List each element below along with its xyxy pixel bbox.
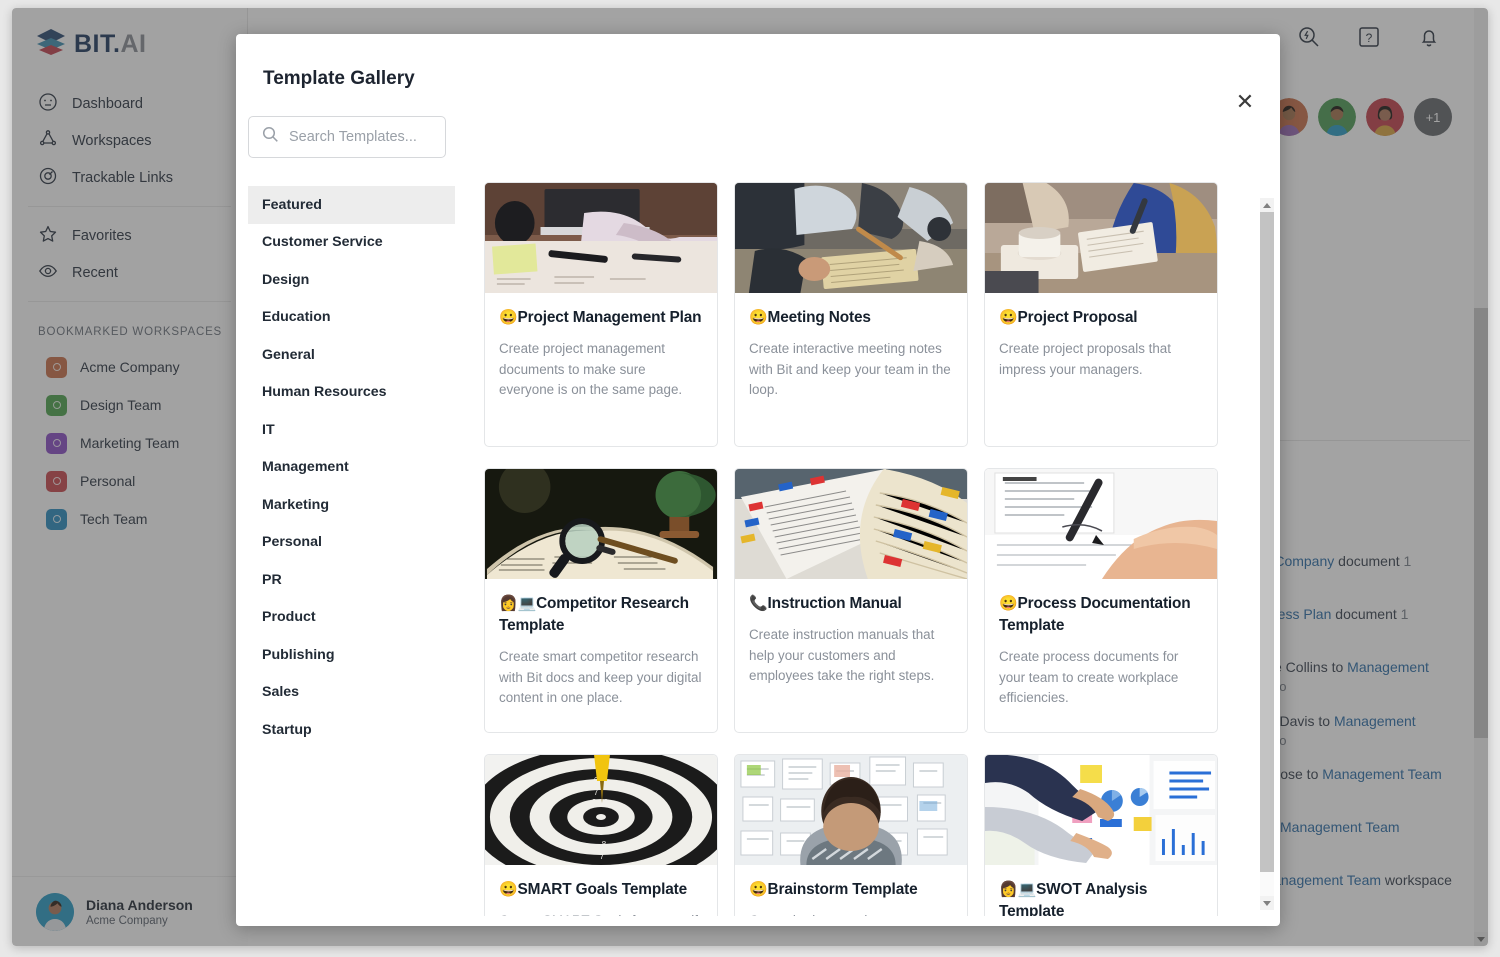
- category-item-sales[interactable]: Sales: [248, 674, 466, 712]
- scroll-up-arrow-icon[interactable]: [1260, 198, 1274, 212]
- emoji-icon: 😀: [749, 881, 768, 898]
- category-item-general[interactable]: General: [248, 336, 466, 374]
- category-item-pr[interactable]: PR: [248, 561, 466, 599]
- template-thumbnail-meeting-coffee-notebook: [985, 183, 1217, 293]
- template-card[interactable]: 👩💻SWOT Analysis Template Create smart in…: [984, 754, 1218, 916]
- app-root: BIT.AI Dashboard Workspaces Trackable Li…: [12, 8, 1488, 946]
- template-card-body: 👩💻SWOT Analysis Template Create smart in…: [985, 865, 1217, 916]
- emoji-icon: 😀: [999, 309, 1018, 326]
- emoji-icon: 😀: [499, 309, 518, 326]
- template-card-body: 😀SMART Goals Template Create SMART Goals…: [485, 865, 717, 916]
- svg-text:8: 8: [602, 840, 607, 849]
- emoji-icon: 😀: [999, 595, 1018, 612]
- template-thumbnail-book-magnifier-globe: [485, 469, 717, 579]
- template-gallery-scrollbar[interactable]: [1260, 198, 1274, 910]
- template-grid-panel: 😀Project Management Plan Create project …: [466, 90, 1280, 926]
- template-description: Create brainstorm documents to make sure…: [749, 911, 953, 916]
- template-thumbnail-dartboard-target: 678 998 7: [485, 755, 717, 865]
- category-item-design[interactable]: Design: [248, 261, 466, 299]
- template-description: Create smart competitor research with Bi…: [499, 648, 702, 706]
- template-description: Create SMART Goals for yourself or your …: [499, 911, 703, 916]
- svg-text:7: 7: [600, 852, 605, 861]
- emoji-icon: 👩💻: [999, 881, 1037, 898]
- template-card-body: 😀Brainstorm Template Create brainstorm d…: [735, 865, 967, 916]
- emoji-icon: 😀: [499, 881, 518, 898]
- template-card-body: 😀Process Documentation Template Create p…: [985, 579, 1217, 709]
- template-thumbnail-people-writing-notes: [735, 183, 967, 293]
- emoji-icon: 😀: [749, 309, 768, 326]
- template-card[interactable]: 678 998 7 😀SMART Goals Template Create S…: [484, 754, 718, 916]
- template-thumbnail-hand-signing-document: [985, 469, 1217, 579]
- svg-text:9: 9: [604, 798, 609, 807]
- template-title: 😀Project Proposal: [999, 309, 1138, 326]
- template-thumbnail-manual-pages-tabs: [735, 469, 967, 579]
- modal-body: Featured Customer Service Design Educati…: [236, 90, 1280, 926]
- template-card[interactable]: 📞Instruction Manual Create instruction m…: [734, 468, 968, 733]
- category-item-product[interactable]: Product: [248, 599, 466, 637]
- template-card[interactable]: 😀Brainstorm Template Create brainstorm d…: [734, 754, 968, 916]
- template-grid-scroll-area: 😀Project Management Plan Create project …: [484, 182, 1254, 916]
- template-grid: 😀Project Management Plan Create project …: [484, 182, 1254, 916]
- search-input[interactable]: [289, 129, 429, 145]
- category-item-startup[interactable]: Startup: [248, 711, 466, 749]
- category-item-publishing[interactable]: Publishing: [248, 636, 466, 674]
- search-templates-field[interactable]: [248, 116, 446, 158]
- template-thumbnail-hands-pointing-charts: [985, 755, 1217, 865]
- template-card[interactable]: 😀Project Proposal Create project proposa…: [984, 182, 1218, 447]
- template-description: Create project management documents to m…: [499, 340, 683, 398]
- category-item-it[interactable]: IT: [248, 411, 466, 449]
- svg-text:8: 8: [592, 798, 597, 807]
- template-description: Create interactive meeting notes with Bi…: [749, 340, 951, 398]
- template-card-body: 📞Instruction Manual Create instruction m…: [735, 579, 967, 687]
- template-description: Create project proposals that impress yo…: [999, 340, 1171, 377]
- category-item-personal[interactable]: Personal: [248, 524, 466, 562]
- template-title: 👩💻SWOT Analysis Template: [999, 881, 1148, 916]
- template-card-body: 😀Project Proposal Create project proposa…: [985, 293, 1217, 380]
- template-thumbnail-man-facing-idea-wall: [735, 755, 967, 865]
- template-title: 😀Meeting Notes: [749, 309, 871, 326]
- category-item-customer-service[interactable]: Customer Service: [248, 224, 466, 262]
- category-list: Featured Customer Service Design Educati…: [248, 186, 466, 749]
- svg-text:7: 7: [594, 788, 599, 797]
- template-gallery-modal: Template Gallery ✕ Featured Customer Ser…: [236, 34, 1280, 926]
- scrollbar-thumb[interactable]: [1260, 212, 1274, 872]
- scroll-down-arrow-icon[interactable]: [1260, 896, 1274, 910]
- category-item-management[interactable]: Management: [248, 449, 466, 487]
- template-title: 👩💻Competitor Research Template: [499, 595, 689, 634]
- template-title: 😀SMART Goals Template: [499, 881, 687, 898]
- emoji-icon: 📞: [749, 595, 768, 612]
- template-description: Create instruction manuals that help you…: [749, 626, 935, 684]
- emoji-icon: 👩💻: [499, 595, 537, 612]
- template-thumbnail-desk-laptop-hands: [485, 183, 717, 293]
- template-card-body: 😀Meeting Notes Create interactive meetin…: [735, 293, 967, 401]
- template-card[interactable]: 😀Project Management Plan Create project …: [484, 182, 718, 447]
- search-icon: [262, 126, 279, 148]
- category-panel: Featured Customer Service Design Educati…: [236, 90, 466, 926]
- template-title: 😀Brainstorm Template: [749, 881, 918, 898]
- template-title: 😀Project Management Plan: [499, 309, 702, 326]
- template-card[interactable]: 😀Process Documentation Template Create p…: [984, 468, 1218, 733]
- category-item-marketing[interactable]: Marketing: [248, 486, 466, 524]
- template-title: 😀Process Documentation Template: [999, 595, 1191, 634]
- category-item-featured[interactable]: Featured: [248, 186, 455, 224]
- template-card[interactable]: 😀Meeting Notes Create interactive meetin…: [734, 182, 968, 447]
- category-item-human-resources[interactable]: Human Resources: [248, 374, 466, 412]
- template-description: Create process documents for your team t…: [999, 648, 1179, 706]
- category-item-education[interactable]: Education: [248, 299, 466, 337]
- modal-title: Template Gallery: [263, 68, 415, 89]
- template-card[interactable]: 👩💻Competitor Research Template Create sm…: [484, 468, 718, 733]
- svg-text:9: 9: [604, 826, 609, 835]
- template-title: 📞Instruction Manual: [749, 595, 902, 612]
- template-card-body: 👩💻Competitor Research Template Create sm…: [485, 579, 717, 709]
- template-card-body: 😀Project Management Plan Create project …: [485, 293, 717, 401]
